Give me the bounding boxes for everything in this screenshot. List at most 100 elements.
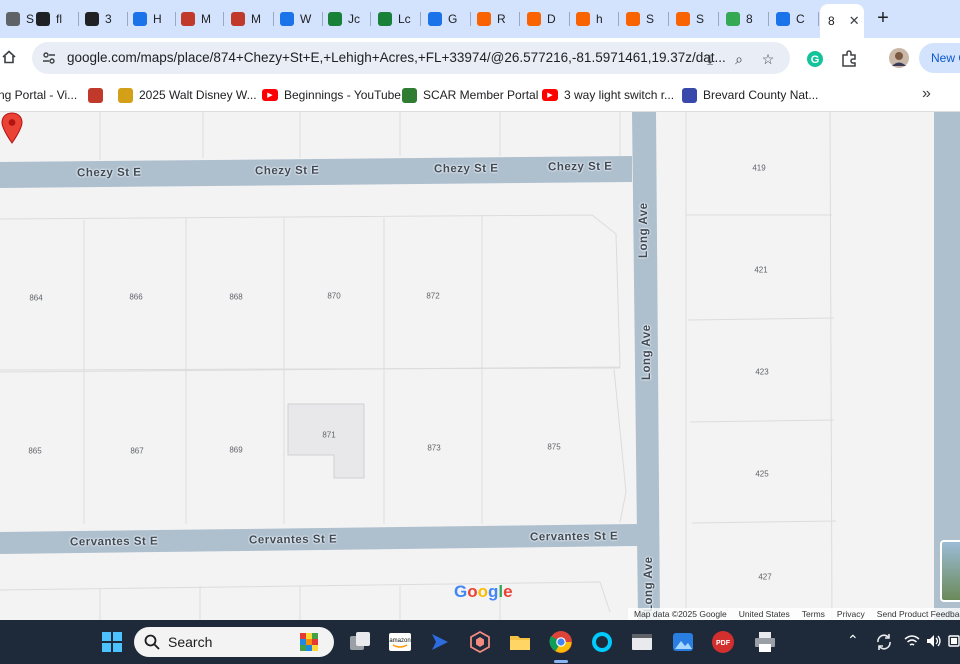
lot-number: 868 [229, 292, 243, 302]
bookmark-label: Brevard County Nat... [703, 88, 819, 102]
address-bar[interactable]: google.com/maps/place/874+Chezy+St+E,+Le… [32, 42, 790, 74]
bookmark-item[interactable]: SCAR Member Portal [402, 85, 538, 105]
tab-label: R [497, 12, 506, 26]
tab-2[interactable]: fl [30, 6, 78, 32]
street-label-cervantes: Cervantes St E [69, 535, 159, 549]
home-depot-icon [626, 12, 640, 26]
tab-8[interactable]: Jc [322, 6, 370, 32]
tab-separator [718, 12, 719, 26]
file-explorer-icon[interactable] [508, 630, 532, 654]
battery-icon[interactable] [948, 634, 960, 648]
bookmark-item[interactable]: ▶ Beginnings - YouTube [262, 85, 401, 105]
tab-7[interactable]: W [274, 6, 322, 32]
tab-17[interactable]: C [770, 6, 818, 32]
location-pin-icon[interactable] [0, 112, 24, 144]
bookmark-star-icon[interactable]: ☆ [760, 51, 776, 67]
home-icon[interactable] [2, 50, 16, 64]
map-canvas[interactable]: Chezy St E Chezy St E Chezy St E Chezy St E… [0, 112, 960, 620]
tab-5[interactable]: M [175, 6, 223, 32]
lot-number: 425 [755, 469, 769, 479]
attribution-item[interactable]: Terms [796, 608, 831, 620]
attribution-item[interactable]: Send Product Feedback [871, 608, 960, 620]
lot-number: 421 [754, 265, 768, 275]
window-icon[interactable] [630, 630, 654, 654]
wifi-icon[interactable] [904, 634, 920, 648]
tab-14[interactable]: S [620, 6, 668, 32]
bookmark-item[interactable] [88, 85, 109, 105]
chevron-up-icon[interactable]: ⌃ [847, 632, 859, 649]
grammarly-icon[interactable]: G [806, 50, 824, 68]
brevard-icon [682, 87, 697, 103]
alexa-icon[interactable] [590, 630, 614, 654]
zoom-icon[interactable]: ⌕ [731, 51, 747, 67]
tab-separator [668, 12, 669, 26]
avatar[interactable] [889, 48, 909, 68]
new-chat-button[interactable]: New C [919, 43, 960, 73]
install-icon[interactable]: ⤓ [702, 51, 718, 67]
bookmark-label: ng Portal - Vi... [0, 88, 78, 102]
photos-icon[interactable] [671, 630, 695, 654]
screen: Sfl 3 H M M W Jc Lc G R Dh S S 8 C 8 ✕ + google.com/maps/… [0, 0, 960, 664]
tab-13[interactable]: h [570, 6, 618, 32]
tab-separator [370, 12, 371, 26]
tab-separator [768, 12, 769, 26]
lot-number: 423 [755, 367, 769, 377]
attribution-item[interactable]: United States [733, 608, 796, 620]
cube-app-icon[interactable] [468, 630, 492, 654]
sync-icon[interactable] [875, 633, 893, 651]
arrow-app-icon[interactable] [428, 630, 452, 654]
bookmark-item[interactable]: ▶ 3 way light switch r... [542, 85, 674, 105]
taskbar-search[interactable]: Search [134, 627, 334, 657]
bookmark-item[interactable]: 2025 Walt Disney W... [118, 85, 257, 105]
amazon-icon[interactable]: amazon [388, 630, 412, 654]
tab-16[interactable]: 8 [720, 6, 768, 32]
task-view-icon[interactable] [348, 630, 372, 654]
close-tab-icon[interactable]: ✕ [849, 13, 860, 29]
lot-number: 864 [29, 293, 43, 303]
tab-15[interactable]: S [670, 6, 718, 32]
svg-text:G: G [811, 54, 820, 66]
extensions-icon[interactable] [840, 50, 858, 68]
tab-3[interactable]: 3 [79, 6, 127, 32]
chrome-icon[interactable] [549, 630, 573, 654]
lot-number: 419 [752, 163, 766, 173]
pdf-icon[interactable]: PDF [711, 630, 735, 654]
taskbar: Search amazon PDF ⌃ [0, 620, 960, 664]
tab-active[interactable]: 8 ✕ [820, 4, 864, 38]
windows-icon[interactable] [100, 630, 124, 654]
tab-10[interactable]: G [422, 6, 470, 32]
tab-label: 8 [828, 14, 835, 28]
tab-label: 8 [746, 12, 753, 26]
youtube-icon: ▶ [542, 89, 558, 101]
home-depot-icon [676, 12, 690, 26]
google-logo: Google [454, 582, 513, 601]
bookmark-item[interactable]: ng Portal - Vi... [0, 85, 77, 105]
bookmarks-overflow-icon[interactable]: » [922, 85, 931, 103]
printer-icon[interactable] [753, 630, 777, 654]
bookmark-label: SCAR Member Portal [423, 88, 539, 102]
attribution-item[interactable]: Privacy [831, 608, 871, 620]
street-view-thumbnail[interactable] [940, 540, 960, 602]
volume-icon[interactable] [926, 634, 942, 648]
tab-label: Jc [348, 12, 360, 26]
search-icon [144, 634, 160, 650]
page-icon [6, 12, 20, 26]
lot-number: 875 [547, 442, 561, 452]
tab-label: S [646, 12, 655, 26]
cube-icon [88, 87, 103, 103]
tab-4[interactable]: H [127, 6, 175, 32]
home-depot-icon [477, 12, 491, 26]
bookmark-item[interactable]: Brevard County Nat... [682, 85, 818, 105]
sheets-icon [328, 12, 342, 26]
tab-6[interactable]: M [225, 6, 273, 32]
bookmark-label: 2025 Walt Disney W... [139, 88, 257, 102]
wave-icon [280, 12, 294, 26]
tab-label: H [153, 12, 162, 26]
new-tab-button[interactable]: + [872, 8, 894, 30]
tab-label: 3 [105, 12, 112, 26]
tab-label: G [448, 12, 458, 26]
tab-9[interactable]: Lc [372, 6, 420, 32]
tab-12[interactable]: D [521, 6, 569, 32]
tab-11[interactable]: R [471, 6, 519, 32]
site-info-icon[interactable] [42, 51, 56, 65]
